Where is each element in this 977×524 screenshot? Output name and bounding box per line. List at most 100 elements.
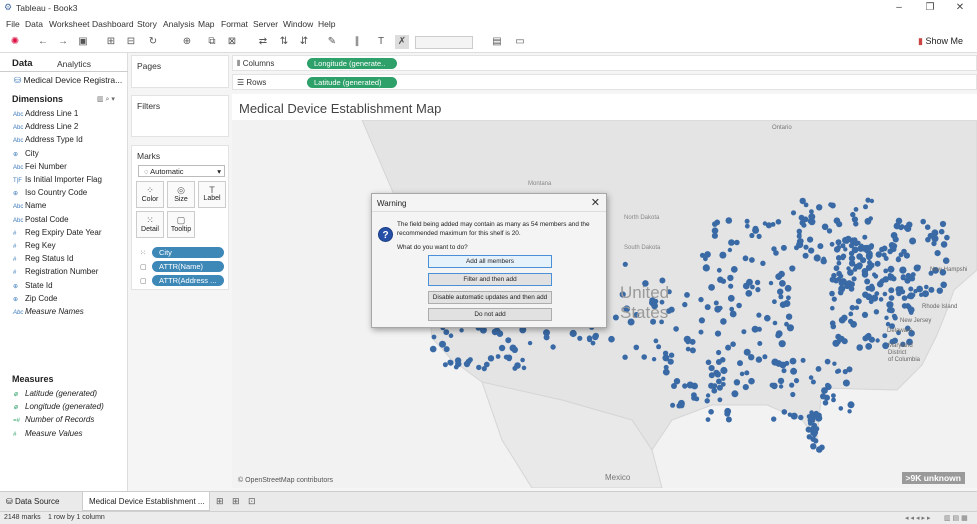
establishment-dot[interactable]: [744, 218, 750, 224]
establishment-dot[interactable]: [841, 338, 848, 345]
establishment-dot[interactable]: [781, 409, 788, 415]
establishment-dot[interactable]: [898, 252, 904, 258]
establishment-dot[interactable]: [784, 284, 792, 292]
menu-story[interactable]: Story: [137, 19, 157, 29]
establishment-dot[interactable]: [662, 354, 670, 362]
establishment-dot[interactable]: [810, 379, 816, 385]
establishment-dot[interactable]: [487, 355, 495, 362]
establishment-dot[interactable]: [498, 344, 506, 352]
establishment-dot[interactable]: [727, 274, 734, 282]
establishment-dot[interactable]: [836, 368, 842, 374]
establishment-dot[interactable]: [785, 313, 793, 320]
establishment-dot[interactable]: [778, 294, 784, 300]
establishment-dot[interactable]: [833, 265, 840, 272]
establishment-dot[interactable]: [847, 401, 855, 409]
establishment-dot[interactable]: [928, 286, 935, 293]
establishment-dot[interactable]: [684, 292, 690, 298]
establishment-dot[interactable]: [940, 241, 948, 248]
establishment-dot[interactable]: [520, 357, 525, 363]
color-button[interactable]: ⁘ Color: [136, 181, 164, 208]
establishment-dot[interactable]: [913, 264, 921, 272]
establishment-dot[interactable]: [887, 273, 893, 278]
establishment-dot[interactable]: [711, 232, 718, 239]
establishment-dot[interactable]: [698, 329, 704, 335]
establishment-dot[interactable]: [682, 383, 688, 389]
establishment-dot[interactable]: [720, 366, 728, 375]
menu-window[interactable]: Window: [283, 19, 313, 29]
establishment-dot[interactable]: [924, 224, 931, 230]
pages-card[interactable]: Pages: [131, 55, 229, 88]
establishment-dot[interactable]: [714, 219, 721, 226]
establishment-dot[interactable]: [920, 218, 926, 225]
clear-sheet-icon[interactable]: ⊠: [225, 35, 239, 49]
menu-dashboard[interactable]: Dashboard: [92, 19, 134, 29]
establishment-dot[interactable]: [790, 210, 797, 216]
establishment-dot[interactable]: [904, 277, 911, 284]
establishment-dot[interactable]: [772, 320, 778, 326]
unknown-indicator[interactable]: >9K unknown: [901, 472, 965, 484]
establishment-dot[interactable]: [908, 286, 914, 292]
establishment-dot[interactable]: [744, 370, 750, 376]
establishment-dot[interactable]: [718, 305, 723, 311]
presentation-icon[interactable]: ▭: [513, 35, 527, 49]
filters-card[interactable]: Filters: [131, 95, 229, 137]
establishment-dot[interactable]: [794, 245, 799, 251]
dimension-tools-icon[interactable]: ▥ ⌕ ▾: [97, 95, 115, 104]
minimize-button[interactable]: –: [884, 1, 914, 15]
establishment-dot[interactable]: [708, 372, 715, 379]
menu-help[interactable]: Help: [318, 19, 335, 29]
establishment-dot[interactable]: [633, 344, 640, 351]
establishment-dot[interactable]: [775, 219, 782, 225]
establishment-dot[interactable]: [798, 414, 804, 421]
dimension-field[interactable]: Abc Address Type Id: [13, 135, 83, 144]
establishment-dot[interactable]: [739, 371, 745, 377]
dimension-field[interactable]: ⊕ Zip Code: [13, 294, 57, 303]
establishment-dot[interactable]: [719, 251, 727, 259]
establishment-dot[interactable]: [810, 430, 816, 436]
establishment-dot[interactable]: [725, 344, 732, 351]
establishment-dot[interactable]: [847, 409, 852, 414]
show-me-button[interactable]: ▮ Show Me: [918, 36, 963, 47]
establishment-dot[interactable]: [653, 338, 659, 344]
establishment-dot[interactable]: [813, 438, 819, 444]
establishment-dot[interactable]: [506, 356, 512, 362]
establishment-dot[interactable]: [590, 340, 596, 346]
establishment-dot[interactable]: [789, 265, 796, 272]
establishment-dot[interactable]: [879, 246, 885, 253]
redo-icon[interactable]: →: [56, 35, 70, 49]
new-worksheet-icon[interactable]: ⊕: [180, 35, 194, 49]
establishment-dot[interactable]: [698, 317, 705, 324]
establishment-dot[interactable]: [888, 287, 895, 294]
establishment-dot[interactable]: [828, 202, 833, 208]
establishment-dot[interactable]: [808, 218, 816, 226]
establishment-dot[interactable]: [678, 402, 685, 409]
rows-shelf[interactable]: ☰ Rows Latitude (generated): [232, 74, 977, 90]
establishment-dot[interactable]: [443, 329, 450, 336]
establishment-dot[interactable]: [800, 357, 806, 363]
establishment-dot[interactable]: [831, 393, 836, 398]
establishment-dot[interactable]: [511, 346, 518, 353]
establishment-dot[interactable]: [830, 323, 837, 330]
menu-worksheet[interactable]: Worksheet: [49, 19, 89, 29]
establishment-dot[interactable]: [865, 197, 871, 203]
establishment-dot[interactable]: [819, 444, 825, 451]
attr-address-pill[interactable]: ATTR(Address ...: [152, 275, 224, 286]
establishment-dot[interactable]: [797, 238, 804, 244]
establishment-dot[interactable]: [459, 328, 464, 333]
establishment-dot[interactable]: [730, 341, 736, 347]
establishment-dot[interactable]: [891, 313, 897, 319]
establishment-dot[interactable]: [934, 250, 941, 257]
establishment-dot[interactable]: [569, 329, 577, 338]
establishment-dot[interactable]: [910, 272, 916, 278]
show-cards-icon[interactable]: ▤: [490, 35, 504, 49]
new-datasource-icon[interactable]: ⊞: [104, 35, 118, 49]
establishment-dot[interactable]: [824, 358, 831, 365]
establishment-dot[interactable]: [922, 290, 929, 298]
establishment-dot[interactable]: [741, 329, 747, 335]
measure-field[interactable]: ⊕ Latitude (generated): [13, 389, 97, 398]
establishment-dot[interactable]: [786, 295, 791, 301]
swap-icon[interactable]: ⇄: [256, 35, 270, 49]
establishment-dot[interactable]: [716, 349, 722, 356]
establishment-dot[interactable]: [439, 340, 446, 348]
establishment-dot[interactable]: [780, 244, 787, 251]
